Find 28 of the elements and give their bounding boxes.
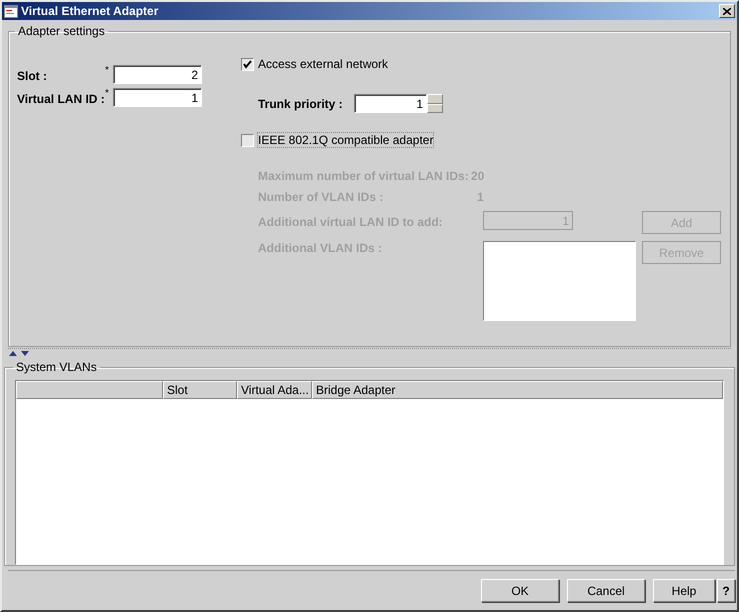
column-header[interactable]: Bridge Adapter [312,381,723,399]
checkbox[interactable] [241,134,254,146]
panel-title: System VLANs [15,360,98,374]
spinner[interactable] [427,94,443,113]
field-label: Trunk priority : [258,96,344,110]
checkbox[interactable] [241,58,254,70]
window-title: Virtual Ethernet Adapter [21,4,160,18]
help-icon-button[interactable]: ? [717,579,735,602]
cancel-button[interactable]: Cancel [567,579,645,602]
column-header[interactable] [16,381,163,399]
input-field[interactable]: 1 [354,94,427,113]
checkbox-label: IEEE 802.1Q compatible adapter [258,133,434,147]
field-label: Virtual LAN ID : [17,91,105,106]
input-field[interactable]: 1 [113,88,202,107]
panel-title: Adapter settings [17,24,106,38]
help-button[interactable]: Help [653,579,715,602]
ok-button[interactable]: OK [481,579,559,602]
checkbox-label: Access external network [258,57,388,71]
close-button[interactable] [719,4,735,18]
field-label: Slot : [17,68,48,83]
column-header[interactable]: Slot [163,381,237,399]
splitter-arrows-icon[interactable] [8,350,30,356]
input-field[interactable]: 2 [113,65,202,84]
required-mark: * [105,88,110,99]
column-header[interactable]: Virtual Ada... [237,381,312,399]
close-icon [723,8,731,14]
window-icon [4,4,18,18]
required-mark: * [105,65,110,76]
